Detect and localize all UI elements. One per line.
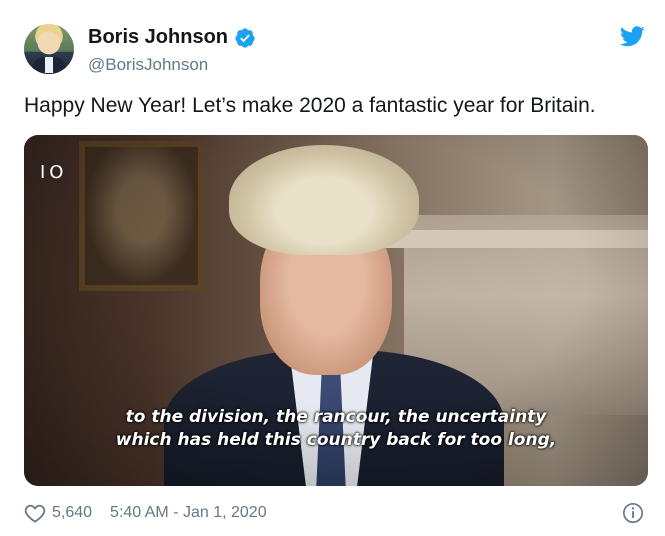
tweet-text: Happy New Year! Let’s make 2020 a fantas… [24,94,596,117]
video-media[interactable]: IO to the division, the rancour, the unc… [24,135,648,486]
tweet-footer: 5,640 5:40 AM - Jan 1, 2020 [24,503,267,523]
heart-icon[interactable] [24,503,46,523]
avatar[interactable] [24,24,74,74]
like-count[interactable]: 5,640 [52,504,92,522]
channel-logo: IO [40,162,68,183]
video-caption-line-1: to the division, the rancour, the uncert… [125,407,547,427]
tweet-card: Boris Johnson @BorisJohnson Happy New Ye… [0,0,665,536]
video-caption-line-2: which has held this country back for too… [115,430,557,450]
info-icon[interactable] [622,502,644,524]
avatar-shirt [45,57,53,73]
author-display-name[interactable]: Boris Johnson [88,26,228,49]
verified-badge-icon [235,27,255,48]
twitter-bird-icon[interactable] [620,26,645,47]
author-name-row: Boris Johnson [88,26,256,49]
tweet-timestamp[interactable]: 5:40 AM - Jan 1, 2020 [110,504,267,522]
author-handle[interactable]: @BorisJohnson [88,55,208,75]
